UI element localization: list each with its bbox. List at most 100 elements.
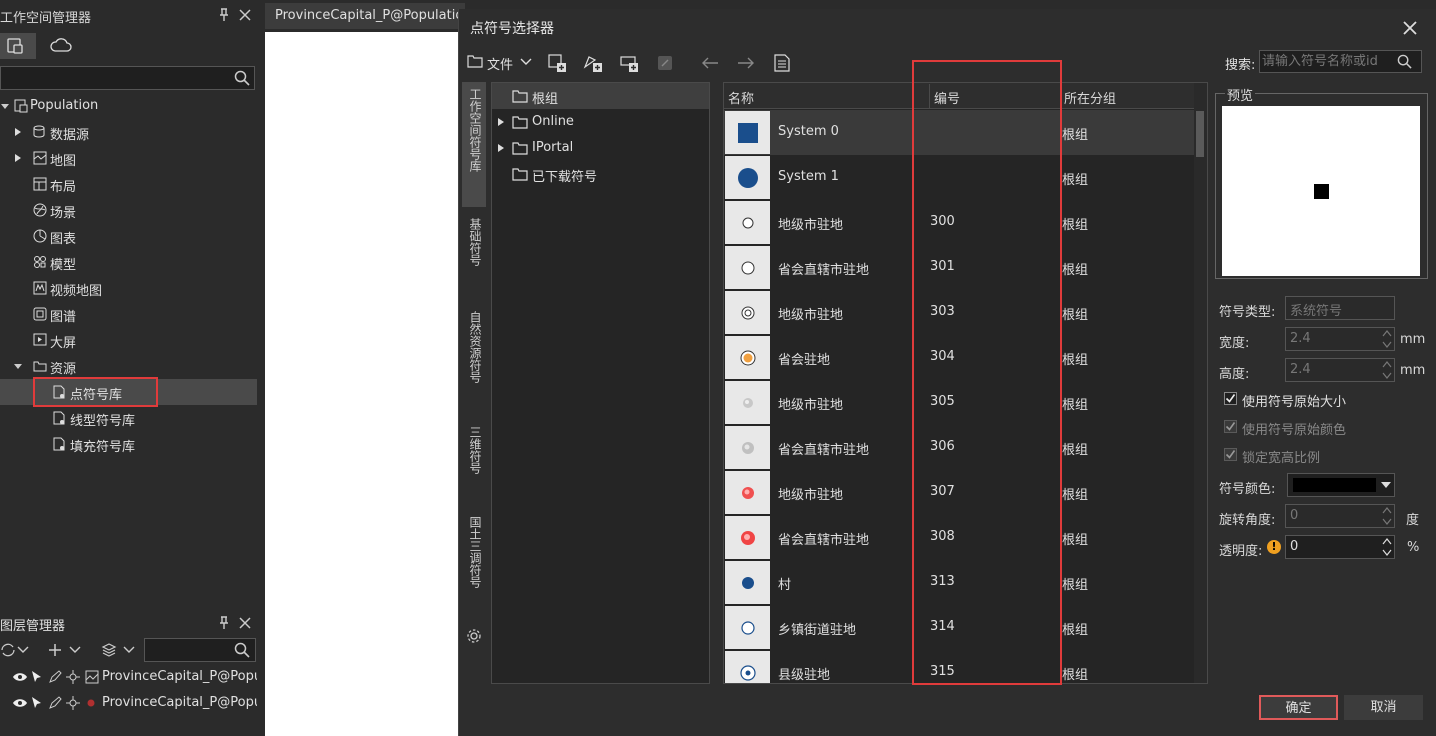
gear-icon[interactable] <box>466 628 482 644</box>
tree-item-big-screen[interactable]: 大屏 <box>0 327 257 353</box>
chevron-down-icon[interactable] <box>123 646 135 654</box>
folder-icon[interactable] <box>467 54 483 68</box>
layer-panel-header: 图层管理器 <box>0 612 257 636</box>
workspace-search-input[interactable] <box>0 66 255 90</box>
pin-icon[interactable] <box>217 8 231 22</box>
caret-right-icon[interactable] <box>13 127 23 137</box>
caret-right-icon[interactable] <box>13 153 23 163</box>
caret-right-icon[interactable] <box>496 143 506 153</box>
tree-item-atlas[interactable]: 图谱 <box>0 301 257 327</box>
scrollbar-thumb[interactable] <box>1196 111 1204 157</box>
symbol-type-label: 符号类型: <box>1219 305 1276 320</box>
pin-icon[interactable] <box>217 616 231 630</box>
snap-icon[interactable] <box>66 670 80 684</box>
thematic-layer-icon <box>85 670 99 684</box>
spin-arrows-icon[interactable] <box>1381 505 1393 527</box>
side-tab-natural-resource-symbols[interactable]: 自然资源符号 <box>462 305 486 410</box>
new-symbol-icon[interactable] <box>582 52 604 74</box>
map-canvas[interactable] <box>265 32 465 736</box>
ok-button[interactable]: 确定 <box>1259 695 1338 720</box>
group-item-root[interactable]: 根组 <box>492 83 709 109</box>
search-icon[interactable] <box>234 642 250 658</box>
layer-item[interactable]: ProvinceCapital_P@Population <box>0 690 257 716</box>
symbol-swatch <box>725 381 770 424</box>
tab-cloud[interactable] <box>44 33 80 59</box>
tree-item-resources[interactable]: 资源 <box>0 353 257 379</box>
tree-item-fill-symbol-library[interactable]: 填充符号库 <box>0 431 257 457</box>
column-header-name[interactable]: 名称 <box>728 88 754 107</box>
lock-aspect-checkbox[interactable] <box>1224 448 1237 461</box>
file-menu[interactable]: 文件 <box>487 54 513 73</box>
symbol-name: 乡镇街道驻地 <box>778 623 857 638</box>
table-scrollbar[interactable] <box>1194 83 1207 683</box>
import-symbol-icon[interactable] <box>618 52 640 74</box>
chevron-down-icon[interactable] <box>17 646 29 654</box>
group-label: Online <box>532 114 574 129</box>
close-icon[interactable] <box>238 616 252 630</box>
new-group-icon[interactable] <box>546 52 568 74</box>
tree-item-map[interactable]: 地图 <box>0 145 257 171</box>
chevron-down-icon[interactable] <box>520 58 532 66</box>
refresh-icon[interactable] <box>0 642 16 658</box>
use-original-size-checkbox[interactable] <box>1224 392 1237 405</box>
group-item-downloaded[interactable]: 已下载符号 <box>492 161 709 187</box>
tree-item-layout[interactable]: 布局 <box>0 171 257 197</box>
spin-arrows-icon[interactable] <box>1381 359 1393 381</box>
group-item-online[interactable]: Online <box>492 109 709 135</box>
symbol-group: 根组 <box>1062 623 1089 638</box>
selectable-icon[interactable] <box>30 670 44 684</box>
rotation-spinbox[interactable]: 0 <box>1285 504 1395 528</box>
layer-search-input[interactable] <box>144 638 256 662</box>
group-label: 已下载符号 <box>532 170 598 185</box>
dialog-close-icon[interactable] <box>1402 20 1418 36</box>
editable-icon[interactable] <box>48 670 62 684</box>
side-tab-workspace-symbols[interactable]: 工作空间符号库 <box>462 82 486 207</box>
spin-arrows-icon[interactable] <box>1381 536 1393 558</box>
close-icon[interactable] <box>238 8 252 22</box>
spin-arrows-icon[interactable] <box>1381 328 1393 350</box>
caret-down-icon[interactable] <box>13 361 23 371</box>
delete-symbol-icon[interactable] <box>654 52 676 74</box>
tree-item-line-symbol-library[interactable]: 线型符号库 <box>0 405 257 431</box>
editable-icon[interactable] <box>48 696 62 710</box>
caret-down-icon[interactable] <box>1381 482 1391 488</box>
orange-dot-circle-icon <box>740 350 756 366</box>
transparency-spinbox[interactable]: 0 <box>1285 535 1395 559</box>
tree-item-datasource[interactable]: 数据源 <box>0 119 257 145</box>
group-item-iportal[interactable]: IPortal <box>492 135 709 161</box>
forward-arrow-icon[interactable] <box>735 52 757 74</box>
column-header-group[interactable]: 所在分组 <box>1064 88 1116 107</box>
side-tab-land-survey-symbols[interactable]: 国土三调符号 <box>462 510 486 615</box>
tab-workspace-tree[interactable] <box>0 33 36 59</box>
panel-splitter[interactable] <box>257 0 265 736</box>
layers-icon[interactable] <box>101 642 117 658</box>
width-spinbox[interactable]: 2.4 <box>1285 327 1395 351</box>
height-spinbox[interactable]: 2.4 <box>1285 358 1395 382</box>
tree-item-video-map[interactable]: 视频地图 <box>0 275 257 301</box>
list-view-icon[interactable] <box>771 52 793 74</box>
side-tab-3d-symbols[interactable]: 三维符号 <box>462 420 486 500</box>
caret-right-icon[interactable] <box>496 117 506 127</box>
chevron-down-icon[interactable] <box>69 646 81 654</box>
add-icon[interactable] <box>47 642 63 658</box>
side-tab-basic-symbols[interactable]: 基础符号 <box>462 212 486 302</box>
layer-item[interactable]: ProvinceCapital_P@Population <box>0 664 257 690</box>
search-icon[interactable] <box>1397 54 1412 69</box>
visibility-eye-icon[interactable] <box>12 671 28 683</box>
search-icon[interactable] <box>234 70 250 86</box>
tree-item-scene[interactable]: 场景 <box>0 197 257 223</box>
blue-ring-icon <box>741 621 755 635</box>
cancel-button[interactable]: 取消 <box>1344 695 1423 720</box>
caret-down-icon[interactable] <box>0 101 10 111</box>
tree-item-population[interactable]: Population <box>0 93 257 119</box>
snap-icon[interactable] <box>66 696 80 710</box>
back-arrow-icon[interactable] <box>699 52 721 74</box>
tree-item-chart[interactable]: 图表 <box>0 223 257 249</box>
document-tab[interactable]: ProvinceCapital_P@Population <box>265 3 472 29</box>
symbol-group: 根组 <box>1062 353 1089 368</box>
selectable-icon[interactable] <box>30 696 44 710</box>
warning-icon[interactable]: ! <box>1267 540 1281 554</box>
use-original-color-checkbox[interactable] <box>1224 420 1237 433</box>
visibility-eye-icon[interactable] <box>12 697 28 709</box>
tree-item-model[interactable]: 模型 <box>0 249 257 275</box>
